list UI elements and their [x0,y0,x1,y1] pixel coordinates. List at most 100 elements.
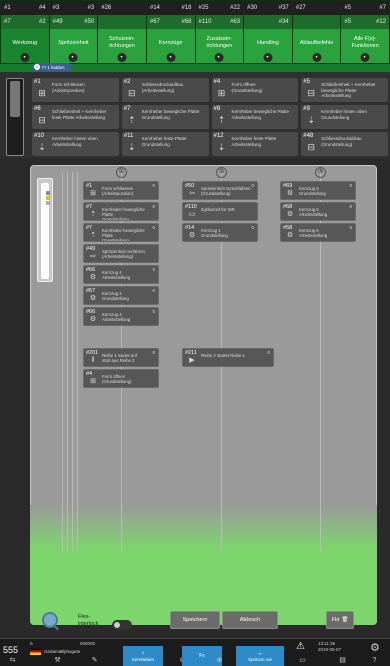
editor-vertical-scroll[interactable] [37,178,53,282]
text-line: Kernheber feste Platte [141,136,187,141]
palette-item[interactable]: #9 ⇣ Kernheber hinten oben Grundstellung [301,105,388,129]
tab-label-line: Spritzeinheit [58,39,89,46]
palette-item[interactable]: #7 ⇡ Kernheber bewegliche Platte Grundstell… [121,105,209,129]
save-button[interactable]: Speichern [170,611,220,629]
step-icon: ⚙ [89,316,97,323]
category-tab[interactable]: #3 #3 #49 #50 Spritzeinheit [49,1,98,63]
status-small: 0 [30,641,33,646]
palette-item-left: #12 ⇣ [214,133,230,155]
tab-label-line: Funktionen [351,43,379,49]
tab-label: Ablaufbefehle [292,29,341,63]
tab-label-line: Kernzüge [158,39,183,46]
flex-interlock-toggle[interactable] [112,620,132,630]
tab-seq-row: #25 #22 [195,1,244,15]
step-icon: ⊞ [90,190,96,197]
zoom-icon[interactable] [42,612,58,628]
sb-home-icon[interactable]: ⇆ [0,654,25,666]
sequence-step[interactable]: #14 ⚙ Kernzug 1 Grundstellung 0 [182,223,258,242]
step-text: Reihe 2 startet Reihe 1 [201,350,271,365]
settings-icon[interactable]: ⚙ [370,641,380,654]
delete-button[interactable]: Fkt 🗑 [326,611,354,629]
flow-pill[interactable]: 0 FI 1 hidden [32,63,72,71]
sequence-step[interactable]: #67 ⚙ Kernzug 4 Grundstellung 0 [83,286,159,305]
palette-item-number: #6 [34,106,41,112]
palette-scrollbar[interactable] [6,78,24,156]
sequence-step[interactable]: #50 ⇦ Spritzeinheit zurückfahren (Grundstel… [182,181,258,200]
chevron-down-icon[interactable] [263,53,273,62]
category-tab[interactable]: #30 #37 #34 Handling [244,1,292,63]
sb-cycle-icon[interactable]: ⊕ [207,654,232,666]
palette-item[interactable]: #10 ⇣ Kernheber hinten oben Arbeitsstellung [32,132,119,156]
step-text: Kernzug 1 Grundstellung [201,225,255,240]
seq: #49 [52,19,63,25]
chevron-down-icon[interactable] [360,53,370,62]
category-tab[interactable]: #5 #7 #5 #12 Alle F(x)- Funktionen [341,1,389,63]
sequence-step[interactable]: #58 ⚙ Kernzug 5 Arbeitsstellung 0 [280,223,356,242]
step-badge: 0 [349,183,352,188]
seq: #34 [278,19,289,25]
sb-doc-icon[interactable]: ▤ [330,654,355,666]
step-icon: ‖ [91,357,95,364]
palette-item[interactable]: #8 ⇡ Kernheber bewegliche Platte Arbeitsste… [211,105,299,129]
sb-monitor-icon[interactable]: ▭ [290,654,315,666]
sb-spritzen-button[interactable]: ⇨ Spritzen vor [236,646,284,666]
command-icon: ⊟ [307,142,316,152]
palette-item-text: Schliessdruckabbau (Grundstellung) [321,133,361,155]
palette-item[interactable]: #48 ⊟ Schliessdruckabbau (Grundstellung) [301,132,388,156]
chevron-down-icon[interactable] [68,53,78,62]
category-tab[interactable]: #26 Schutzein-richtungen [98,1,146,63]
chevron-down-icon[interactable] [214,53,224,62]
sequence-step[interactable]: #7 ⇡ Kernheber bewegliche Platte Grundstell… [83,202,159,221]
palette-item[interactable]: #5 ⊟ Schließeinheit + Kernheber bewegliche … [301,78,388,102]
category-tab[interactable]: #1 #4 #7 #2 Werkzeug [1,1,49,63]
sequence-step[interactable]: #66 ⚙ Kernzug 4 Arbeitsstellung 0 [83,265,159,284]
step-left: #66 ⚙ [86,309,100,324]
sequence-step[interactable]: #4 ⊞ Form öffnen (Grundstellung) [83,369,159,388]
text-line: Grundstellung [102,296,129,301]
sequence-step[interactable]: #66 ⚙ Kernzug 4 Arbeitsstellung 0 [83,307,159,326]
sequence-step[interactable]: #7 ⇡ Kernheber bewegliche Platte Grundstell… [83,223,159,242]
palette-item-number: #12 [213,133,224,139]
sb-kernheben-button[interactable]: ⇡ Kernheben [123,646,163,666]
palette-item-text: Form öffnen (Grundstellung) [232,79,263,101]
flow-pill-label: FI 1 hidden [42,64,65,70]
language-flag-icon[interactable] [30,648,41,655]
category-tab[interactable]: #25 #22 #110 #63 Zusatzein-richtungen [195,1,244,63]
tab-seq-row [98,15,146,29]
palette-item-text: Form schliessen (Arbeitsposition) [52,79,85,101]
cancel-button[interactable]: Abbruch [222,611,278,629]
warning-icon[interactable]: ⚠ [296,641,305,652]
help-icon[interactable]: ? [362,654,387,666]
sb-tool-icon[interactable]: ✎ [82,654,107,666]
palette-item[interactable]: #6 ⊟ Schließeinheit + Kernheber feste Platt… [32,105,119,129]
chevron-down-icon[interactable] [20,53,30,62]
sequence-step[interactable]: #68 ⚙ Kernzug 5 Arbeitsstellung 0 [280,202,356,221]
chevron-down-icon[interactable] [117,53,127,62]
sequence-step[interactable]: #201 ‖ Reihe 1 wartet auf start aus Reihe 2… [83,348,159,367]
sequence-step[interactable]: #1 ⊞ Form schliessen (Arbeitsposition) 0 [83,181,159,200]
column-header-3: ③ [315,167,326,178]
palette-item-left: #48 ⊟ [303,133,319,155]
seq: #37 [278,5,289,11]
command-icon: ⇣ [307,115,316,125]
category-tab[interactable]: #14 #18 #67 #68 Kernzüge [146,1,195,63]
palette-item[interactable]: #2 ⊟ Schliessdruckaufbau (Arbeitsstellung) [121,78,209,102]
sequence-step[interactable]: #49 ⇨ Spritzeinheit vorfahren (Arbeitsstell… [83,244,159,263]
palette-item[interactable]: #11 ⇣ Kernheber feste Platte Grundstellung [121,132,209,156]
sequence-step[interactable]: #69 ⚙ Kernzug 5 Grundstellung 0 [280,181,356,200]
palette-scroll-thumb[interactable] [10,81,20,117]
palette-item[interactable]: #4 ⊞ Form öffnen (Grundstellung) [211,78,299,102]
palette-item[interactable]: #12 ⇣ Kernheber feste Platte Arbeitsstellun… [211,132,299,156]
sb-mold-icon[interactable]: ⚒ [45,654,70,666]
category-tab[interactable]: #27 Ablaufbefehle [292,1,341,63]
palette-item[interactable]: #1 ⊞ Form schliessen (Arbeitsposition) [32,78,119,102]
guide-line [67,172,68,552]
seq: #7 [379,5,386,11]
chevron-down-icon[interactable] [166,53,176,62]
sequence-step[interactable]: #110 ▭ Zykluszeit für IDR [182,202,258,221]
seq: #5 [344,5,352,11]
step-badge: 0 [152,350,155,355]
chevron-down-icon[interactable] [312,53,322,62]
sequence-step[interactable]: #211 ▶ Reihe 2 startet Reihe 1 0 [182,348,274,367]
editor-gradient [30,505,377,550]
